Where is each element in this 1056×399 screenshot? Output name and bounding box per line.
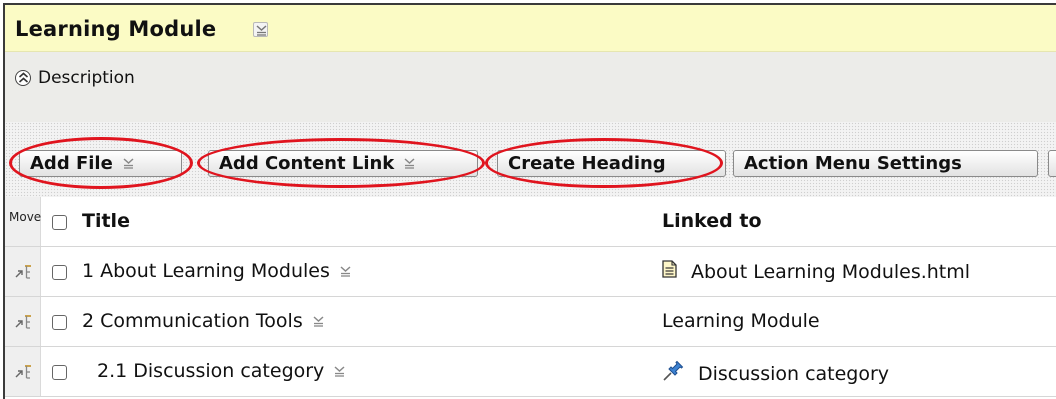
drag-handle-icon[interactable] — [14, 264, 32, 284]
drag-handle-icon[interactable] — [14, 314, 32, 334]
select-all-checkbox[interactable] — [52, 215, 67, 230]
action-menu-settings-button[interactable]: Action Menu Settings — [733, 150, 1038, 177]
module-title: Learning Module — [15, 17, 217, 41]
pushpin-icon — [662, 360, 684, 387]
chevron-menu-icon — [402, 156, 417, 171]
table-row: 2 Communication Tools Learning Module — [5, 297, 1056, 347]
row-checkbox[interactable] — [52, 265, 67, 280]
add-file-button[interactable]: Add File — [19, 150, 182, 177]
table-row: 1 About Learning Modules About Learning … — [5, 247, 1056, 297]
title-header[interactable]: Title — [82, 210, 130, 232]
linked-to-link[interactable]: Discussion category — [698, 363, 889, 385]
item-title-link[interactable]: 2.1 Discussion category — [97, 360, 324, 382]
description-toggle[interactable]: Description — [15, 68, 135, 88]
action-toolbar: Add File Add Content Link Create Heading… — [5, 122, 1056, 197]
move-column — [5, 247, 41, 296]
table-header-row: Move Title Linked to — [5, 197, 1056, 247]
row-checkbox[interactable] — [52, 315, 67, 330]
item-title-link[interactable]: 1 About Learning Modules — [82, 260, 330, 282]
row-checkbox[interactable] — [52, 365, 67, 380]
add-content-link-button[interactable]: Add Content Link — [208, 150, 478, 177]
create-heading-button[interactable]: Create Heading — [497, 150, 726, 177]
move-column: Move — [5, 197, 41, 246]
module-menu-icon[interactable] — [253, 22, 268, 37]
linked-to-link[interactable]: Learning Module — [662, 310, 820, 332]
action-menu-settings-label: Action Menu Settings — [744, 153, 962, 174]
chevron-menu-icon[interactable] — [332, 364, 347, 379]
drag-handle-icon[interactable] — [14, 364, 32, 384]
item-title-link[interactable]: 2 Communication Tools — [82, 310, 303, 332]
move-column — [5, 297, 41, 346]
description-area: Description — [5, 52, 1056, 122]
module-header: Learning Module — [5, 5, 1056, 52]
chevron-menu-icon[interactable] — [311, 314, 326, 329]
overflow-toolbar-button[interactable] — [1048, 150, 1056, 177]
content-table: Move Title Linked to 1 About Learning Mo… — [5, 197, 1056, 399]
add-file-label: Add File — [30, 153, 113, 174]
linked-to-link[interactable]: About Learning Modules.html — [691, 261, 970, 283]
chevron-menu-icon — [121, 156, 136, 171]
description-label: Description — [38, 68, 135, 88]
chevron-menu-icon[interactable] — [338, 264, 353, 279]
table-row: 2.1 Discussion category Discussion categ… — [5, 347, 1056, 397]
collapse-up-icon — [15, 70, 31, 86]
linked-to-header[interactable]: Linked to — [662, 210, 762, 232]
move-header: Move — [9, 210, 42, 224]
move-column — [5, 347, 41, 396]
add-content-link-label: Add Content Link — [219, 153, 395, 174]
create-heading-label: Create Heading — [508, 153, 666, 174]
document-icon — [662, 260, 677, 283]
learning-module-panel: Learning Module Description Add File Add… — [3, 3, 1056, 399]
